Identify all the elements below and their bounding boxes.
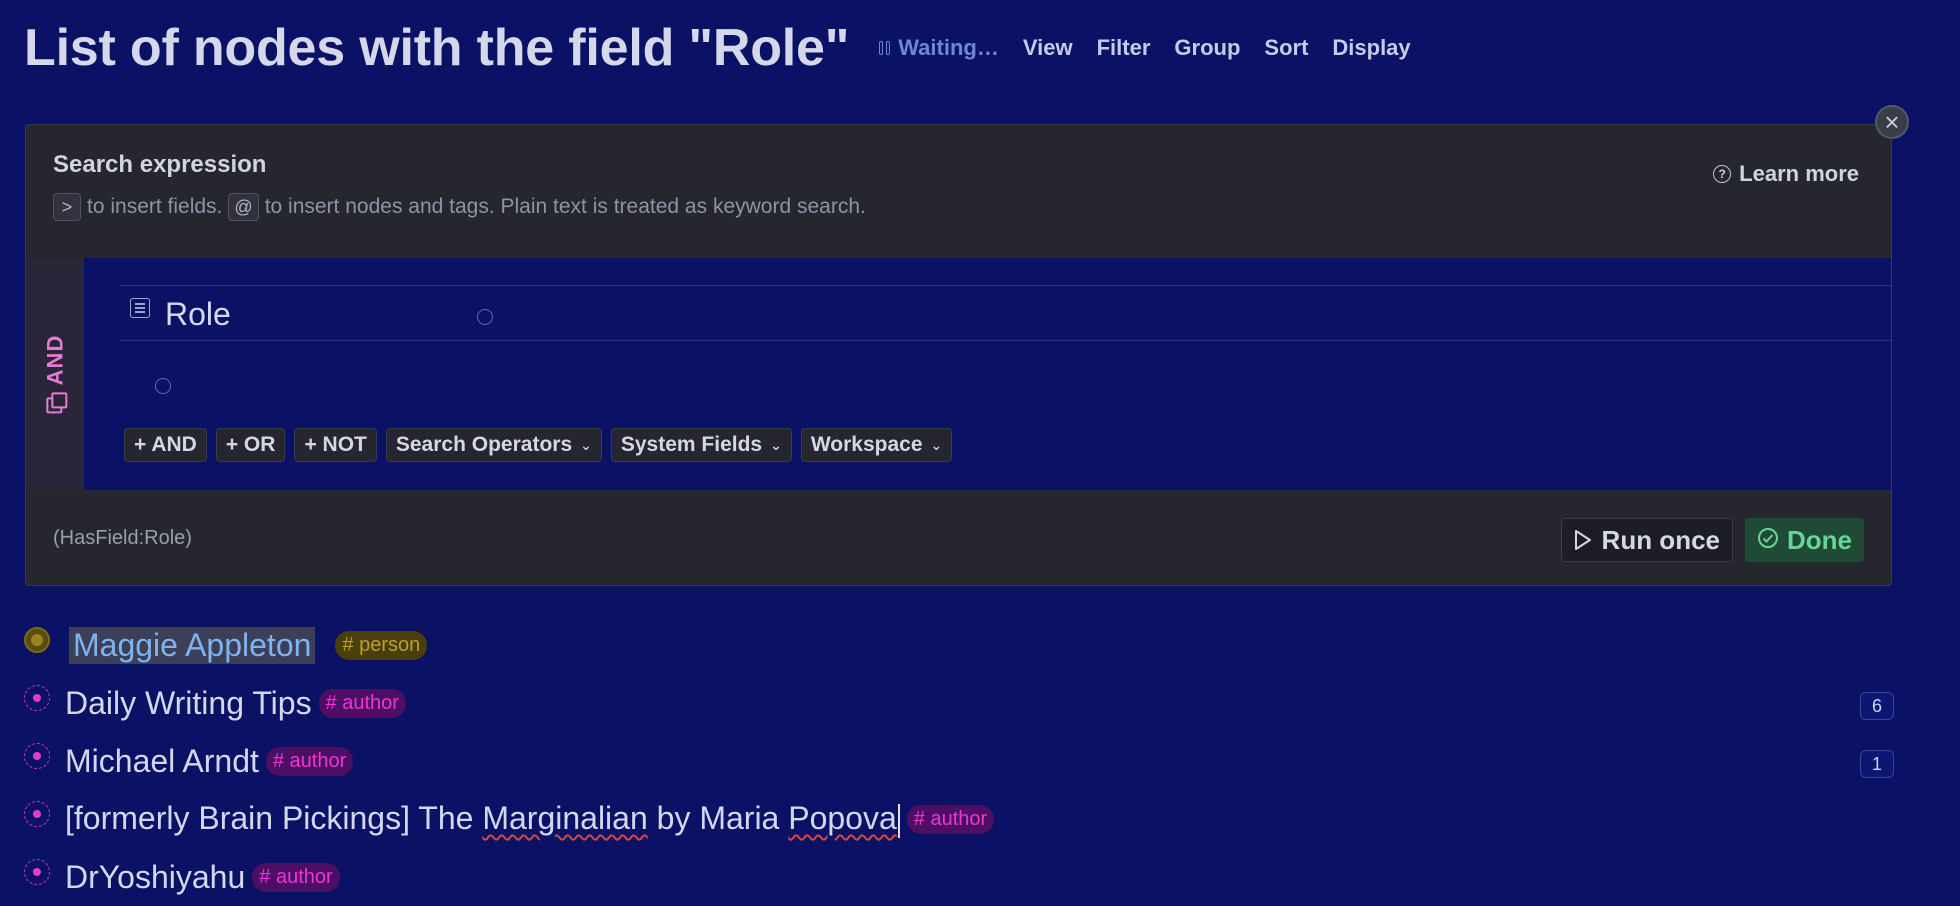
author-tag[interactable]: # author bbox=[318, 688, 406, 718]
node-name[interactable]: [formerly Brain Pickings] The Marginalia… bbox=[65, 800, 900, 838]
node-name[interactable]: DrYoshiyahu bbox=[65, 859, 245, 896]
and-text: AND bbox=[42, 334, 68, 386]
node-bullet[interactable] bbox=[24, 627, 50, 653]
hint-text-nodes: to insert nodes and tags. Plain text is … bbox=[264, 195, 866, 218]
list-item[interactable]: Michael Arndt # author 1 bbox=[24, 732, 1894, 790]
close-icon: × bbox=[1884, 107, 1900, 137]
page-header: List of nodes with the field "Role" Wait… bbox=[24, 14, 1435, 82]
workspace-label: Workspace bbox=[810, 433, 923, 456]
check-circle-icon bbox=[1757, 525, 1779, 556]
run-once-button[interactable]: Run once bbox=[1560, 518, 1733, 562]
pause-icon bbox=[879, 41, 891, 55]
workspace-dropdown[interactable]: Workspace ⌄ bbox=[800, 428, 953, 462]
add-and-button[interactable]: + AND bbox=[124, 428, 207, 462]
list-item[interactable]: Daily Writing Tips # author 6 bbox=[24, 674, 1894, 732]
close-panel-button[interactable]: × bbox=[1875, 105, 1909, 139]
name-part: by Maria bbox=[647, 800, 789, 837]
view-toolbar: Waiting… View Filter Group Sort Display bbox=[879, 35, 1434, 61]
panel-hint: > to insert fields. @ to insert nodes an… bbox=[53, 193, 866, 221]
run-once-label: Run once bbox=[1601, 524, 1720, 555]
and-group-bar[interactable]: AND bbox=[26, 258, 84, 490]
query-preview: (HasField:Role) bbox=[53, 527, 192, 549]
child-count-badge[interactable]: 1 bbox=[1860, 750, 1894, 778]
add-or-button[interactable]: + OR bbox=[215, 428, 286, 462]
text-cursor bbox=[897, 803, 900, 838]
results-list: Maggie Appleton # person Daily Writing T… bbox=[24, 616, 1894, 906]
group-button[interactable]: Group bbox=[1174, 35, 1240, 61]
node-bullet[interactable] bbox=[24, 801, 50, 827]
node-name[interactable]: Michael Arndt bbox=[65, 743, 259, 780]
system-fields-label: System Fields bbox=[620, 433, 763, 456]
hint-text-fields: to insert fields. bbox=[87, 195, 223, 218]
play-icon bbox=[1574, 529, 1592, 551]
field-list-icon bbox=[130, 298, 150, 318]
field-value-bullet[interactable] bbox=[477, 309, 493, 325]
help-icon: ? bbox=[1713, 165, 1732, 183]
name-part: [formerly Brain Pickings] The bbox=[65, 800, 483, 837]
child-count-badge[interactable]: 6 bbox=[1860, 692, 1894, 720]
add-not-button[interactable]: + NOT bbox=[294, 428, 377, 462]
learn-more-link[interactable]: ? Learn more bbox=[1713, 161, 1859, 187]
empty-condition-bullet[interactable] bbox=[155, 378, 171, 394]
done-label: Done bbox=[1787, 524, 1852, 555]
list-item[interactable]: [formerly Brain Pickings] The Marginalia… bbox=[24, 790, 1894, 848]
expression-editor: AND Role + AND + OR + NOT Search Operato… bbox=[26, 258, 1891, 490]
node-name[interactable]: Maggie Appleton bbox=[69, 626, 316, 664]
author-tag[interactable]: # author bbox=[265, 746, 354, 776]
panel-title: Search expression bbox=[53, 151, 267, 178]
and-group-label: AND bbox=[42, 335, 68, 414]
field-name[interactable]: Role bbox=[165, 296, 231, 333]
chevron-down-icon: ⌄ bbox=[770, 436, 782, 453]
field-condition-row[interactable]: Role bbox=[119, 285, 1891, 341]
display-button[interactable]: Display bbox=[1332, 35, 1410, 61]
learn-more-label: Learn more bbox=[1739, 161, 1859, 186]
list-item[interactable]: Maggie Appleton # person bbox=[24, 616, 1894, 674]
done-button[interactable]: Done bbox=[1745, 518, 1864, 562]
sort-button[interactable]: Sort bbox=[1264, 35, 1308, 61]
group-icon bbox=[46, 395, 64, 413]
node-key-hint: @ bbox=[228, 193, 259, 221]
system-fields-dropdown[interactable]: System Fields ⌄ bbox=[610, 428, 792, 462]
list-item[interactable]: DrYoshiyahu # author bbox=[24, 848, 1894, 906]
node-bullet[interactable] bbox=[24, 685, 50, 711]
status-indicator: Waiting… bbox=[879, 35, 999, 61]
node-bullet[interactable] bbox=[24, 743, 50, 769]
status-text: Waiting… bbox=[898, 35, 999, 60]
misspelled-word: Marginalian bbox=[482, 800, 648, 837]
misspelled-word: Popova bbox=[788, 800, 897, 837]
chevron-down-icon: ⌄ bbox=[580, 436, 592, 453]
node-name[interactable]: Daily Writing Tips bbox=[65, 685, 312, 722]
expression-actions: + AND + OR + NOT Search Operators ⌄ Syst… bbox=[124, 428, 953, 462]
page-title: List of nodes with the field "Role" bbox=[24, 19, 850, 77]
view-button[interactable]: View bbox=[1023, 35, 1073, 61]
search-operators-dropdown[interactable]: Search Operators ⌄ bbox=[385, 428, 602, 462]
author-tag[interactable]: # author bbox=[906, 804, 995, 834]
search-operators-label: Search Operators bbox=[395, 433, 573, 456]
author-tag[interactable]: # author bbox=[252, 862, 340, 892]
field-key-hint: > bbox=[53, 193, 81, 221]
node-bullet[interactable] bbox=[24, 859, 50, 885]
filter-button[interactable]: Filter bbox=[1097, 35, 1151, 61]
chevron-down-icon: ⌄ bbox=[930, 436, 943, 453]
search-expression-panel: × Search expression > to insert fields. … bbox=[25, 105, 1909, 586]
person-tag[interactable]: # person bbox=[335, 630, 428, 660]
